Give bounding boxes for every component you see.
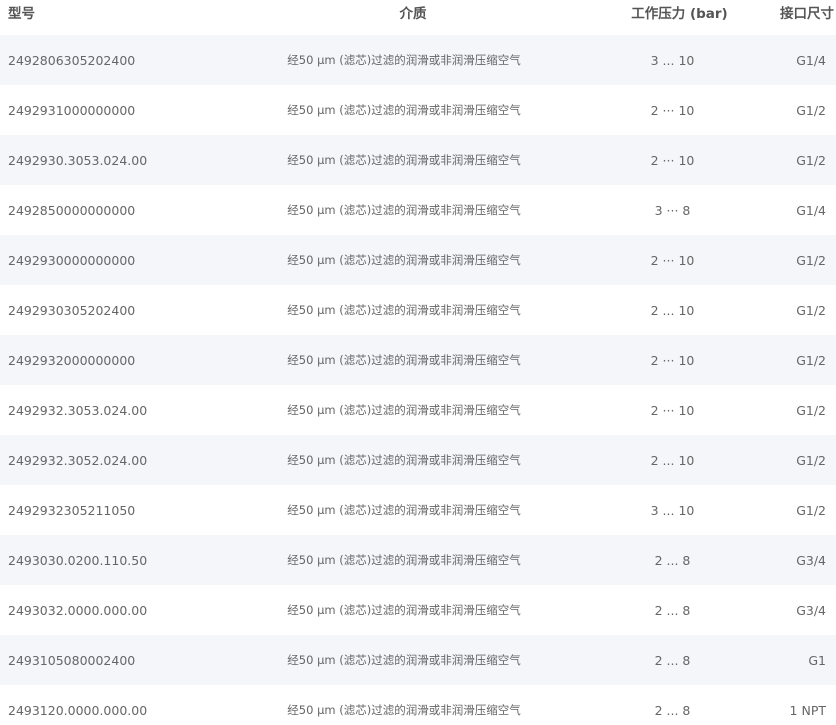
cell-pressure: 2 ··· 10: [650, 352, 695, 368]
cell-model: 2492930305202400: [8, 302, 136, 318]
cell-medium: 经50 μm (滤芯)过滤的润滑或非润滑压缩空气: [287, 453, 521, 467]
table-row: 2492930000000000 经50 μm (滤芯)过滤的润滑或非润滑压缩空…: [0, 235, 836, 285]
cell-port: G1/2: [796, 502, 826, 518]
cell-port: G3/4: [796, 602, 826, 618]
cell-pressure: 2 ... 8: [654, 652, 691, 668]
header-pressure: 工作压力 (bar): [631, 6, 728, 22]
cell-medium: 经50 μm (滤芯)过滤的润滑或非润滑压缩空气: [287, 403, 521, 417]
cell-port: 1 NPT: [789, 702, 826, 718]
cell-medium: 经50 μm (滤芯)过滤的润滑或非润滑压缩空气: [287, 353, 521, 367]
cell-pressure: 2 ··· 10: [650, 102, 695, 118]
table-header: 型号 介质 工作压力 (bar) 接口尺寸: [0, 0, 836, 35]
cell-model: 2492932.3053.024.00: [8, 402, 148, 418]
cell-port: G1/2: [796, 302, 826, 318]
cell-medium: 经50 μm (滤芯)过滤的润滑或非润滑压缩空气: [287, 303, 521, 317]
cell-model: 2492850000000000: [8, 202, 136, 218]
cell-port: G1/2: [796, 152, 826, 168]
table-row: 2492932000000000 经50 μm (滤芯)过滤的润滑或非润滑压缩空…: [0, 335, 836, 385]
cell-model: 2493120.0000.000.00: [8, 702, 148, 718]
table-row: 2493032.0000.000.00 经50 μm (滤芯)过滤的润滑或非润滑…: [0, 585, 836, 635]
table-row: 2492930.3053.024.00 经50 μm (滤芯)过滤的润滑或非润滑…: [0, 135, 836, 185]
cell-model: 2492932305211050: [8, 502, 136, 518]
cell-port: G1/2: [796, 252, 826, 268]
cell-medium: 经50 μm (滤芯)过滤的润滑或非润滑压缩空气: [287, 53, 521, 67]
cell-pressure: 3 ··· 8: [654, 202, 691, 218]
table-row: 2493120.0000.000.00 经50 μm (滤芯)过滤的润滑或非润滑…: [0, 685, 836, 725]
cell-pressure: 2 ... 8: [654, 552, 691, 568]
table-row: 2493030.0200.110.50 经50 μm (滤芯)过滤的润滑或非润滑…: [0, 535, 836, 585]
cell-port: G1/2: [796, 452, 826, 468]
cell-model: 2492931000000000: [8, 102, 136, 118]
cell-medium: 经50 μm (滤芯)过滤的润滑或非润滑压缩空气: [287, 103, 521, 117]
cell-model: 2493032.0000.000.00: [8, 602, 148, 618]
header-port: 接口尺寸: [780, 6, 834, 22]
table-row: 2492932.3052.024.00 经50 μm (滤芯)过滤的润滑或非润滑…: [0, 435, 836, 485]
cell-medium: 经50 μm (滤芯)过滤的润滑或非润滑压缩空气: [287, 703, 521, 717]
cell-model: 2492806305202400: [8, 52, 136, 68]
cell-pressure: 2 ··· 10: [650, 252, 695, 268]
cell-pressure: 2 ... 8: [654, 602, 691, 618]
cell-port: G1: [808, 652, 826, 668]
cell-pressure: 3 ... 10: [650, 52, 695, 68]
cell-port: G1/4: [796, 202, 826, 218]
cell-model: 2493105080002400: [8, 652, 136, 668]
header-model: 型号: [8, 6, 35, 22]
product-table: 型号 介质 工作压力 (bar) 接口尺寸 2492806305202400 经…: [0, 0, 836, 725]
cell-medium: 经50 μm (滤芯)过滤的润滑或非润滑压缩空气: [287, 253, 521, 267]
table-row: 2492930305202400 经50 μm (滤芯)过滤的润滑或非润滑压缩空…: [0, 285, 836, 335]
cell-port: G1/2: [796, 102, 826, 118]
table-row: 2493105080002400 经50 μm (滤芯)过滤的润滑或非润滑压缩空…: [0, 635, 836, 685]
cell-port: G1/4: [796, 52, 826, 68]
cell-medium: 经50 μm (滤芯)过滤的润滑或非润滑压缩空气: [287, 153, 521, 167]
cell-pressure: 2 ··· 10: [650, 402, 695, 418]
cell-medium: 经50 μm (滤芯)过滤的润滑或非润滑压缩空气: [287, 503, 521, 517]
cell-model: 2492932000000000: [8, 352, 136, 368]
table-row: 2492932.3053.024.00 经50 μm (滤芯)过滤的润滑或非润滑…: [0, 385, 836, 435]
table-row: 2492806305202400 经50 μm (滤芯)过滤的润滑或非润滑压缩空…: [0, 35, 836, 85]
cell-port: G1/2: [796, 352, 826, 368]
cell-medium: 经50 μm (滤芯)过滤的润滑或非润滑压缩空气: [287, 553, 521, 567]
cell-pressure: 2 ... 10: [650, 302, 695, 318]
cell-medium: 经50 μm (滤芯)过滤的润滑或非润滑压缩空气: [287, 603, 521, 617]
table-row: 2492932305211050 经50 μm (滤芯)过滤的润滑或非润滑压缩空…: [0, 485, 836, 535]
cell-pressure: 2 ... 10: [650, 452, 695, 468]
cell-pressure: 3 ... 10: [650, 502, 695, 518]
cell-medium: 经50 μm (滤芯)过滤的润滑或非润滑压缩空气: [287, 203, 521, 217]
cell-model: 2493030.0200.110.50: [8, 552, 148, 568]
cell-pressure: 2 ... 8: [654, 702, 691, 718]
table-row: 2492931000000000 经50 μm (滤芯)过滤的润滑或非润滑压缩空…: [0, 85, 836, 135]
table-row: 2492850000000000 经50 μm (滤芯)过滤的润滑或非润滑压缩空…: [0, 185, 836, 235]
cell-model: 2492932.3052.024.00: [8, 452, 148, 468]
cell-port: G3/4: [796, 552, 826, 568]
header-medium: 介质: [399, 6, 427, 22]
cell-model: 2492930.3053.024.00: [8, 152, 148, 168]
cell-model: 2492930000000000: [8, 252, 136, 268]
cell-pressure: 2 ··· 10: [650, 152, 695, 168]
cell-medium: 经50 μm (滤芯)过滤的润滑或非润滑压缩空气: [287, 653, 521, 667]
cell-port: G1/2: [796, 402, 826, 418]
